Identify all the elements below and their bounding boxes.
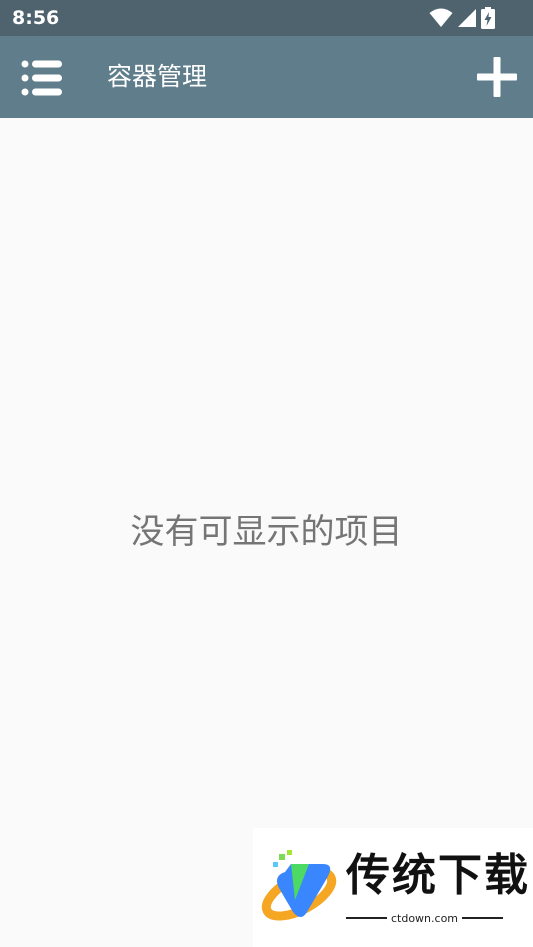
signal-icon	[458, 9, 476, 27]
watermark-url: ctdown.com	[390, 911, 459, 925]
watermark-url-row: ctdown.com	[346, 910, 503, 926]
watermark: 传统下载 ctdown.com	[253, 828, 533, 947]
watermark-logo-icon	[261, 850, 337, 921]
content-area: 没有可显示的项目	[0, 118, 533, 947]
wifi-icon	[429, 8, 453, 27]
status-icons	[429, 6, 495, 30]
status-bar: 8:56	[0, 0, 533, 36]
empty-state-message: 没有可显示的项目	[130, 512, 403, 552]
plus-icon	[477, 57, 517, 97]
list-menu-icon	[21, 60, 62, 96]
menu-button[interactable]	[14, 50, 70, 106]
page-title: 容器管理	[107, 62, 208, 91]
status-time: 8:56	[12, 7, 60, 29]
battery-charging-icon	[481, 7, 495, 29]
add-button[interactable]	[469, 49, 525, 105]
divider	[462, 917, 503, 919]
watermark-title: 传统下载	[346, 850, 530, 901]
app-bar: 容器管理	[0, 36, 533, 118]
divider	[346, 917, 387, 919]
